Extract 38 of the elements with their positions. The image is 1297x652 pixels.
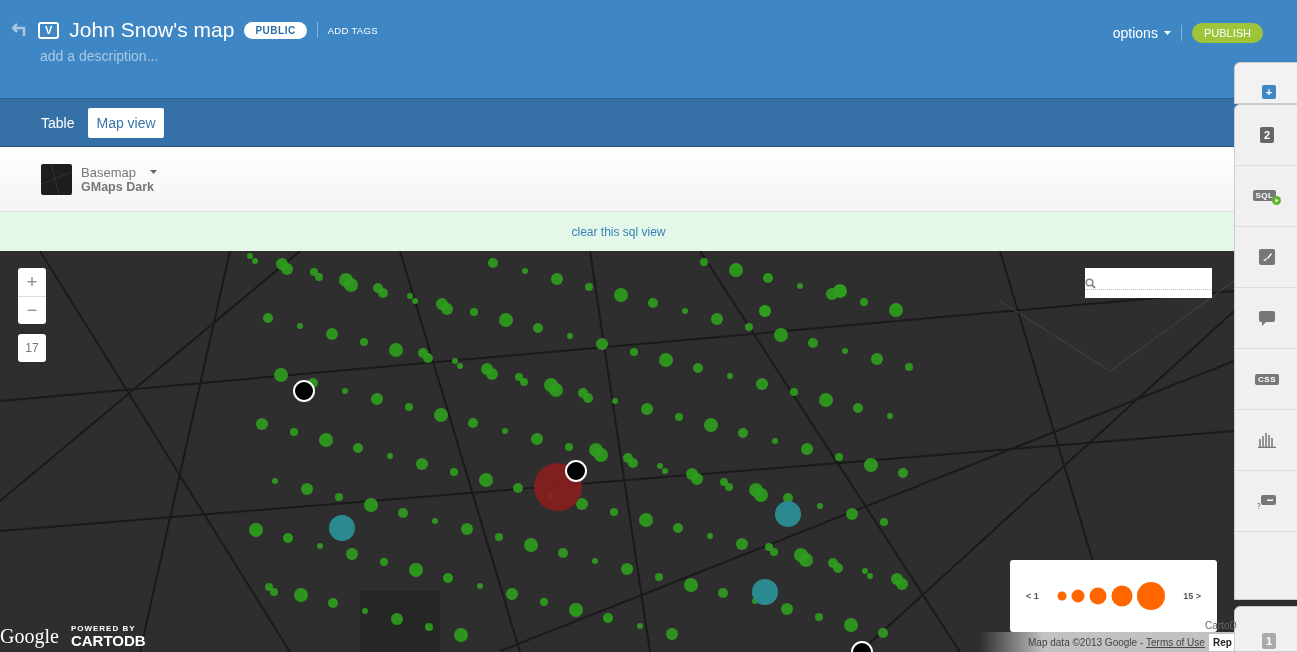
search-icon xyxy=(1085,277,1096,289)
privacy-pill[interactable]: PUBLIC xyxy=(244,21,307,39)
bar-chart-icon xyxy=(1257,432,1277,448)
css-icon: CSS xyxy=(1255,373,1279,385)
back-arrow-icon[interactable] xyxy=(12,23,28,37)
layer-count-badge: 1 xyxy=(1261,633,1277,649)
options-menu[interactable]: options xyxy=(1112,25,1171,41)
legend-min-label: < 1 xyxy=(1026,591,1039,601)
legend-icon xyxy=(1257,493,1277,509)
zoom-level: 17 xyxy=(18,334,46,362)
clear-sql-link[interactable]: clear this sql view xyxy=(571,224,666,239)
comment-icon xyxy=(1259,310,1275,326)
description-field[interactable]: add a description... xyxy=(40,48,260,64)
layer-count-badge: 2 xyxy=(1259,127,1275,143)
zoom-out-button[interactable]: − xyxy=(18,296,46,324)
caret-icon[interactable] xyxy=(1163,31,1171,35)
cartodb-logo: POWERED BY CARTODB xyxy=(70,625,146,648)
sidebar-tool[interactable]: SQL xyxy=(1235,166,1297,227)
terms-link[interactable]: Terms of Use xyxy=(1146,636,1205,648)
caret-icon[interactable] xyxy=(149,170,157,174)
basemap-label: Basemap xyxy=(81,164,136,180)
sidebar-tool[interactable]: CSS xyxy=(1235,349,1297,410)
add-layer-icon: + xyxy=(1262,85,1276,99)
zoom-in-button[interactable]: + xyxy=(18,268,46,296)
add-tags-link[interactable]: ADD TAGS xyxy=(327,24,378,36)
publish-button[interactable]: PUBLISH xyxy=(1191,23,1263,43)
map-title[interactable]: John Snow's map xyxy=(69,18,235,42)
map-data-text: Map data ©2013 Google - xyxy=(1027,636,1145,648)
view-tab[interactable]: Table xyxy=(33,107,83,138)
view-tab[interactable]: Map view xyxy=(88,107,164,138)
legend-max-label: 15 > xyxy=(1183,591,1201,601)
basemap-name: GMaps Dark xyxy=(81,179,155,194)
basemap-thumbnail[interactable] xyxy=(41,163,72,195)
visualization-badge: V xyxy=(38,21,60,39)
brush-icon xyxy=(1259,249,1275,265)
add-layer-tab[interactable]: + xyxy=(1234,62,1297,104)
google-logo: Google xyxy=(0,625,59,648)
sidebar-tool[interactable]: 2 xyxy=(1235,105,1297,166)
